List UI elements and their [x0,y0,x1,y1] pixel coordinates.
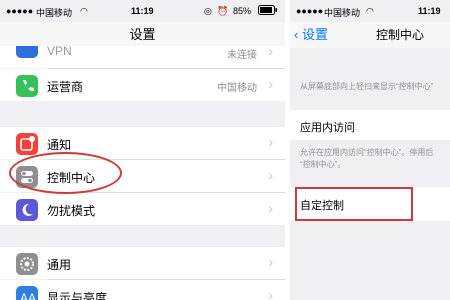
row-carrier[interactable]: 运营商 中国移动 › [0,69,285,101]
row-display-brightness-label: 显示与亮度 [47,291,108,300]
row-do-not-disturb-label: 勿扰模式 [47,204,96,218]
nav-bar: ‹ 设置 控制中心 [290,22,450,48]
row-vpn[interactable]: VPN 未连接 › [0,46,285,68]
row-app-access-label: 应用内访问 [300,122,355,134]
svg-text:AA: AA [20,291,36,300]
carrier-label: 中国移动 [324,8,361,18]
row-app-access[interactable]: 应用内访问 [290,110,450,140]
chevron-left-icon: ‹ [294,27,299,42]
row-vpn-value: 未连接 [227,50,257,61]
wifi-icon: ◠ [366,6,374,16]
settings-screen: ●●●●● 中国移动 ◠ 11:19 ◎ ⏰ 85% 设置 VPN 未连接 › … [0,0,285,300]
app-access-description-line1: 允许在应用内访问“控制中心”。停用后 [300,148,434,157]
rotation-lock-icon: ◎ [204,6,212,16]
chevron-right-icon: › [268,76,273,92]
row-display-brightness[interactable]: AA 显示与亮度 › [0,280,285,300]
swipe-description: 从屏幕底部向上轻扫来显示“控制中心” [300,82,434,91]
gear-icon [16,253,38,275]
row-carrier-label: 运营商 [47,80,84,94]
carrier-label: 中国移动 [36,8,73,18]
signal-icon: ●●●●● [6,6,34,16]
clock: 11:19 [418,6,441,16]
chevron-right-icon: › [268,287,273,300]
chevron-right-icon: › [268,200,273,216]
page-title: 设置 [129,27,156,42]
alarm-icon: ⏰ [217,6,229,16]
chevron-right-icon: › [268,46,273,59]
display-icon: AA [16,286,38,300]
page-title: 控制中心 [376,28,425,42]
status-bar: ●●●●● 中国移动 ◠ 11:19 ◎ ⏰ 85% [0,0,285,22]
row-vpn-label: VPN [47,46,72,58]
app-access-description-line2: “控制中心”。 [300,160,346,169]
row-general[interactable]: 通用 › [0,247,285,279]
moon-icon [16,199,38,221]
row-general-label: 通用 [47,258,72,272]
battery-icon [258,5,278,17]
signal-icon: ●●●●● [296,6,324,16]
status-bar: ●●●●● 中国移动 ◠ 11:19 [290,0,450,22]
row-do-not-disturb[interactable]: 勿扰模式 › [0,193,285,225]
clock: 11:19 [131,6,154,16]
nav-bar: 设置 [0,22,285,48]
chevron-right-icon: › [268,254,273,270]
back-button-label: 设置 [301,27,328,42]
back-button[interactable]: ‹ 设置 [294,22,328,48]
notifications-icon [16,133,38,155]
chevron-right-icon: › [268,167,273,183]
vpn-icon [16,46,38,58]
wifi-icon: ◠ [80,6,88,16]
highlight-box [295,187,413,221]
phone-icon [16,75,38,97]
control-center-screen: ●●●●● 中国移动 ◠ 11:19 ‹ 设置 控制中心 从屏幕底部向上轻扫来显… [290,0,450,300]
highlight-circle [9,152,122,194]
section-gap [0,225,285,247]
row-carrier-value: 中国移动 [217,83,257,94]
chevron-right-icon: › [268,134,273,150]
battery-percent: 85% [233,6,252,16]
row-notifications-label: 通知 [47,138,72,152]
